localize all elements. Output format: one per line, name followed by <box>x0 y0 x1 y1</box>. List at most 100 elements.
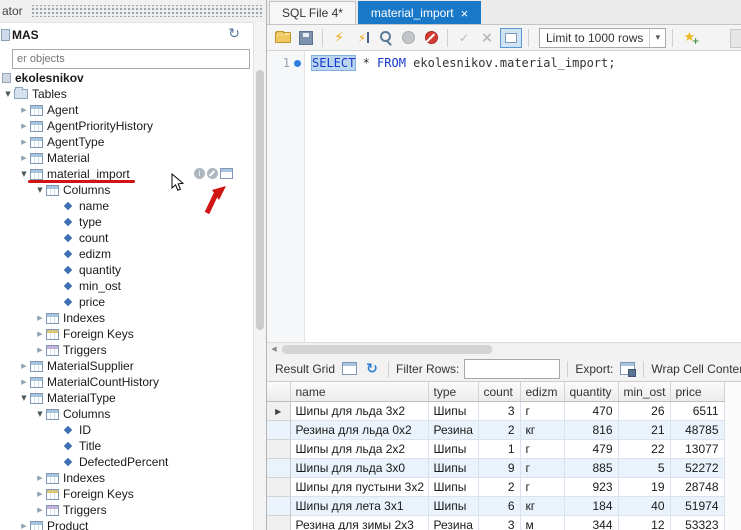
cell-price[interactable]: 52272 <box>670 459 724 478</box>
cell-name[interactable]: Резина для льда 0x2 <box>290 421 428 440</box>
tree-expand-arrow[interactable]: ▶ <box>34 470 46 486</box>
cell-min-ost[interactable]: 40 <box>618 497 670 516</box>
cell-min-ost[interactable]: 12 <box>618 516 670 530</box>
tree-expand-arrow[interactable]: ▶ <box>18 118 30 134</box>
tree-item-tables[interactable]: ▼ Tables <box>0 86 253 102</box>
tree-expand-arrow[interactable]: ▶ <box>18 518 30 530</box>
cell-edizm[interactable]: г <box>520 459 564 478</box>
column-header-price[interactable]: price <box>670 382 724 402</box>
cell-type[interactable]: Шипы <box>428 402 478 421</box>
tree-item-name[interactable]: name <box>0 198 253 214</box>
tree-item-triggers[interactable]: ▶ Triggers <box>0 342 253 358</box>
cell-name[interactable]: Резина для зимы 2x3 <box>290 516 428 530</box>
tree-item-title[interactable]: Title <box>0 438 253 454</box>
tree-item-count[interactable]: count <box>0 230 253 246</box>
editor-horizontal-scrollbar[interactable]: ◀ <box>267 342 741 356</box>
clipped-toolbar-icon[interactable] <box>730 29 741 48</box>
column-header-quantity[interactable]: quantity <box>564 382 618 402</box>
tree-item-materialtype[interactable]: ▼ MaterialType <box>0 390 253 406</box>
cell-min-ost[interactable]: 26 <box>618 402 670 421</box>
tree-expand-arrow[interactable]: ▶ <box>34 486 46 502</box>
tree-item-edizm[interactable]: edizm <box>0 246 253 262</box>
tree-item-indexes[interactable]: ▶ Indexes <box>0 470 253 486</box>
cell-price[interactable]: 13077 <box>670 440 724 459</box>
cell-price[interactable]: 51974 <box>670 497 724 516</box>
column-header-count[interactable]: count <box>478 382 520 402</box>
tree-item-materialcounthistory[interactable]: ▶ MaterialCountHistory <box>0 374 253 390</box>
table-row[interactable]: Шипы для льда 2x2Шипы1г4792213077 <box>267 440 724 459</box>
cell-count[interactable]: 9 <box>478 459 520 478</box>
table-row[interactable]: ▶Шипы для льда 3x2Шипы3г470266511 <box>267 402 724 421</box>
tree-item-id[interactable]: ID <box>0 422 253 438</box>
tree-item-material-import[interactable]: ▼ material_import <box>0 166 253 182</box>
cell-quantity[interactable]: 344 <box>564 516 618 530</box>
tree-item-defectedpercent[interactable]: DefectedPercent <box>0 454 253 470</box>
cell-quantity[interactable]: 816 <box>564 421 618 440</box>
tree-item-product[interactable]: ▶ Product <box>0 518 253 530</box>
tree-expand-arrow[interactable]: ▶ <box>34 326 46 342</box>
tree-expand-arrow[interactable]: ▼ <box>2 86 14 102</box>
cell-type[interactable]: Шипы <box>428 459 478 478</box>
cell-type[interactable]: Резина <box>428 516 478 530</box>
sql-code-editor[interactable]: 1 SELECT * FROM ekolesnikov.material_imp… <box>267 51 741 342</box>
cell-count[interactable]: 2 <box>478 421 520 440</box>
cell-count[interactable]: 3 <box>478 516 520 530</box>
cell-type[interactable]: Шипы <box>428 440 478 459</box>
tree-expand-arrow[interactable]: ▶ <box>18 102 30 118</box>
tree-expand-arrow[interactable]: ▼ <box>18 166 30 182</box>
commit-icon[interactable]: ✓ <box>454 29 474 47</box>
cell-edizm[interactable]: кг <box>520 421 564 440</box>
cell-count[interactable]: 2 <box>478 478 520 497</box>
tree-item-foreign-keys[interactable]: ▶ Foreign Keys <box>0 486 253 502</box>
cell-quantity[interactable]: 184 <box>564 497 618 516</box>
explain-icon[interactable] <box>375 29 395 47</box>
save-icon[interactable] <box>296 29 316 47</box>
cell-edizm[interactable]: г <box>520 402 564 421</box>
cell-type[interactable]: Шипы <box>428 497 478 516</box>
tree-item-quantity[interactable]: quantity <box>0 262 253 278</box>
cell-name[interactable]: Шипы для льда 2x2 <box>290 440 428 459</box>
tree-expand-arrow[interactable]: ▶ <box>34 502 46 518</box>
cell-count[interactable]: 6 <box>478 497 520 516</box>
tree-expand-arrow[interactable]: ▶ <box>34 310 46 326</box>
save-snippet-icon[interactable]: ★ <box>679 29 699 47</box>
limit-rows-dropdown[interactable]: Limit to 1000 rows ▾ <box>539 28 666 48</box>
tree-item-min-ost[interactable]: min_ost <box>0 278 253 294</box>
cell-price[interactable]: 53323 <box>670 516 724 530</box>
cell-type[interactable]: Резина <box>428 421 478 440</box>
cell-name[interactable]: Шипы для льда 3x0 <box>290 459 428 478</box>
scrollbar-thumb[interactable] <box>282 345 492 354</box>
execute-icon[interactable]: ⚡ <box>329 29 349 47</box>
cell-quantity[interactable]: 470 <box>564 402 618 421</box>
column-header-edizm[interactable]: edizm <box>520 382 564 402</box>
scrollbar-thumb[interactable] <box>256 70 264 330</box>
rollback-icon[interactable]: × <box>477 29 497 47</box>
cell-name[interactable]: Шипы для пустыни 3x2 <box>290 478 428 497</box>
tree-expand-arrow[interactable]: ▶ <box>18 150 30 166</box>
refresh-results-icon[interactable]: ↻ <box>363 361 381 377</box>
cell-price[interactable]: 28748 <box>670 478 724 497</box>
cell-count[interactable]: 3 <box>478 402 520 421</box>
cell-min-ost[interactable]: 5 <box>618 459 670 478</box>
tree-item-foreign-keys[interactable]: ▶ Foreign Keys <box>0 326 253 342</box>
row-selector[interactable] <box>267 516 290 530</box>
cell-name[interactable]: Шипы для льда 3x2 <box>290 402 428 421</box>
cell-min-ost[interactable]: 19 <box>618 478 670 497</box>
cell-min-ost[interactable]: 21 <box>618 421 670 440</box>
export-icon[interactable] <box>618 361 636 377</box>
tree-item-columns[interactable]: ▼ Columns <box>0 182 253 198</box>
table-row[interactable]: Резина для льда 0x2Резина2кг8162148785 <box>267 421 724 440</box>
navigator-scrollbar[interactable] <box>253 22 266 530</box>
tree-expand-arrow[interactable]: ▼ <box>34 406 46 422</box>
grid-view-icon[interactable] <box>340 361 358 377</box>
tree-item-triggers[interactable]: ▶ Triggers <box>0 502 253 518</box>
tree-expand-arrow[interactable]: ▼ <box>18 390 30 406</box>
tree-item-agenttype[interactable]: ▶ AgentType <box>0 134 253 150</box>
tree-item-materialsupplier[interactable]: ▶ MaterialSupplier <box>0 358 253 374</box>
cell-count[interactable]: 1 <box>478 440 520 459</box>
column-header-name[interactable]: name <box>290 382 428 402</box>
cell-min-ost[interactable]: 22 <box>618 440 670 459</box>
execute-current-icon[interactable]: ⚡ <box>352 29 372 47</box>
cell-quantity[interactable]: 479 <box>564 440 618 459</box>
column-header-type[interactable]: type <box>428 382 478 402</box>
